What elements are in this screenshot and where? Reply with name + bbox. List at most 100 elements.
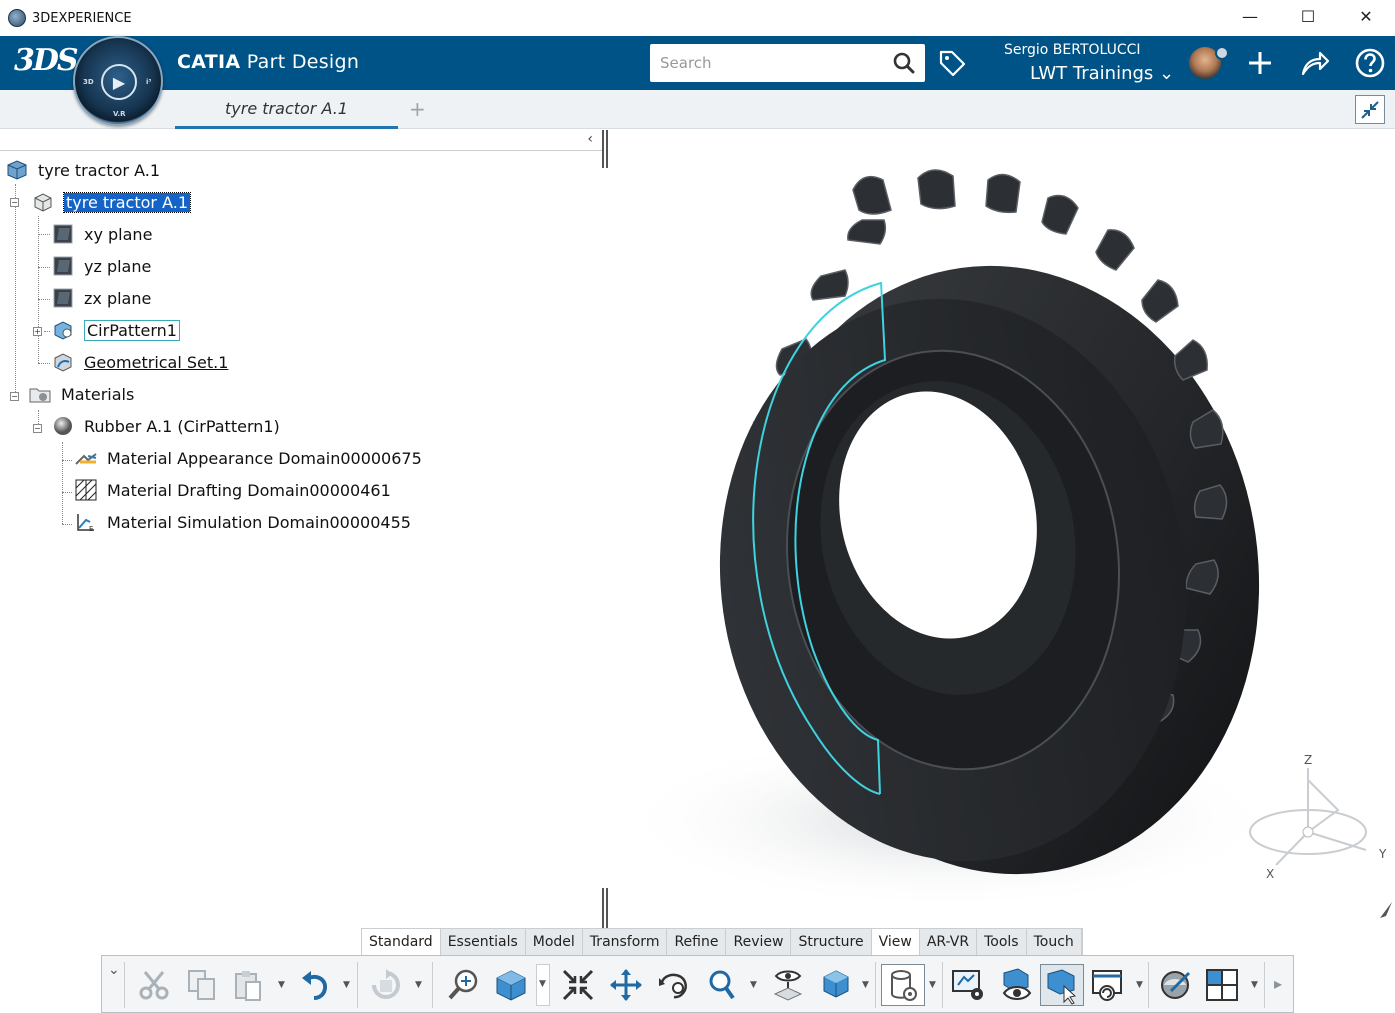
tree-expander[interactable]: −	[33, 424, 42, 433]
axis-triad[interactable]: Z Y X	[1248, 750, 1393, 890]
copy-icon[interactable]	[182, 965, 222, 1005]
tree-node-material-appearance[interactable]: Material Appearance Domain00000675	[73, 444, 422, 472]
share-icon[interactable]	[1300, 49, 1330, 81]
select-mode-button[interactable]	[1040, 964, 1084, 1006]
tree-node-material-simulation[interactable]: E Material Simulation Domain00000455	[73, 508, 411, 536]
app-name: CATIA Part Design	[177, 51, 359, 73]
update-icon[interactable]	[366, 965, 406, 1005]
ds-logo[interactable]: 3DS	[14, 43, 79, 78]
view-dropdown[interactable]: ▼	[536, 964, 550, 1006]
materials-folder-icon	[27, 381, 53, 407]
tree-node-material-drafting[interactable]: Material Drafting Domain00000461	[73, 476, 391, 504]
tab-view[interactable]: View	[871, 929, 920, 956]
tab-transform[interactable]: Transform	[583, 929, 668, 956]
dropdown-arrow-icon[interactable]: ▼	[750, 980, 757, 990]
split-view-icon[interactable]	[1202, 965, 1242, 1005]
tree-expander[interactable]: +	[33, 327, 42, 336]
maximize-button[interactable]: ☐	[1279, 0, 1337, 32]
tree-expander[interactable]: −	[10, 198, 19, 207]
undo-icon[interactable]	[295, 965, 335, 1005]
cut-icon[interactable]	[134, 965, 174, 1005]
minimize-button[interactable]: —	[1221, 0, 1279, 32]
tree-node-materials[interactable]: Materials	[27, 380, 134, 408]
tree-connector	[62, 442, 63, 524]
compass-widget[interactable]: 3D V.R i³ ▶	[73, 36, 163, 126]
tab-model[interactable]: Model	[526, 929, 583, 956]
more-icon[interactable]: ▸	[1274, 974, 1282, 993]
user-name: Sergio BERTOLUCCI	[1004, 42, 1141, 58]
tree-node-part[interactable]: tyre tractor A.1	[30, 188, 192, 216]
tree-node-label: xy plane	[84, 224, 153, 244]
app-brand: CATIA	[177, 51, 241, 73]
tree-node-label: Rubber A.1 (CirPattern1)	[84, 416, 280, 436]
tab-review[interactable]: Review	[726, 929, 792, 956]
paste-icon[interactable]	[229, 965, 269, 1005]
display-settings-icon[interactable]	[948, 965, 988, 1005]
tree-node-rubber[interactable]: Rubber A.1 (CirPattern1)	[50, 412, 280, 440]
tree-node-label: tyre tractor A.1	[38, 160, 161, 180]
dropdown-arrow-icon[interactable]: ▼	[929, 980, 936, 990]
add-tab-button[interactable]: +	[409, 97, 426, 121]
collapse-icon[interactable]	[1355, 95, 1385, 124]
plane-icon	[50, 285, 76, 311]
tab-tools[interactable]: Tools	[977, 929, 1027, 956]
tree-node-label: zx plane	[84, 288, 152, 308]
tab-structure[interactable]: Structure	[791, 929, 872, 956]
zoom-icon[interactable]	[702, 965, 742, 1005]
help-icon[interactable]	[1354, 47, 1386, 83]
add-icon[interactable]	[1246, 49, 1274, 81]
team-selector[interactable]: LWT Trainings ⌄	[1030, 63, 1174, 84]
corner-arrow-icon[interactable]	[1378, 900, 1394, 922]
fit-all-in-icon[interactable]	[443, 965, 483, 1005]
search-input[interactable]	[660, 54, 890, 72]
hide-show-icon[interactable]	[996, 965, 1036, 1005]
tree-node-zx-plane[interactable]: zx plane	[50, 284, 151, 312]
rotate-icon[interactable]	[654, 965, 694, 1005]
ambiance-icon[interactable]	[1155, 965, 1195, 1005]
render-style-button[interactable]	[881, 964, 925, 1006]
tree-node-yz-plane[interactable]: yz plane	[50, 252, 151, 280]
compass-vr-label: V.R	[113, 110, 126, 118]
tree-node-xy-plane[interactable]: xy plane	[50, 220, 152, 248]
play-icon[interactable]: ▶	[101, 64, 137, 100]
database-gear-icon	[891, 970, 917, 1001]
dropdown-arrow-icon[interactable]: ▼	[1251, 980, 1258, 990]
geometrical-set-icon	[50, 349, 76, 375]
dropdown-arrow-icon[interactable]: ▼	[415, 980, 422, 990]
expand-toolbar-icon[interactable]: ⌄	[108, 962, 120, 978]
tab-essentials[interactable]: Essentials	[441, 929, 526, 956]
tab-standard[interactable]: Standard	[362, 929, 441, 956]
3d-viewport[interactable]: Z Y X	[608, 130, 1395, 930]
action-bar-toolbar: ⌄ ▼ ▼ ▼ ▼ ▼ ▼ ▼ ▼ ▼ ▸	[101, 955, 1294, 1013]
toolbar-separator	[1264, 962, 1265, 1008]
view-cube-icon[interactable]	[491, 965, 531, 1005]
dropdown-arrow-icon[interactable]: ▼	[278, 980, 285, 990]
tab-touch[interactable]: Touch	[1027, 929, 1082, 956]
tab-refine[interactable]: Refine	[667, 929, 727, 956]
tree-node-cirpattern[interactable]: CirPattern1	[50, 316, 180, 344]
normal-view-icon[interactable]	[558, 965, 598, 1005]
tree-node-label: Materials	[61, 384, 135, 404]
dropdown-arrow-icon[interactable]: ▼	[862, 980, 869, 990]
tree-expander[interactable]: −	[10, 392, 19, 401]
dropdown-arrow-icon[interactable]: ▼	[343, 980, 350, 990]
tree-node-root[interactable]: tyre tractor A.1	[4, 156, 160, 184]
toolbar-separator	[357, 962, 358, 1008]
tree-connector	[62, 460, 72, 461]
tree-node-label: yz plane	[84, 256, 152, 276]
tag-icon[interactable]	[937, 48, 967, 82]
close-button[interactable]: ✕	[1337, 0, 1395, 32]
app-header: 3DS CATIA Part Design Sergio BERTOLUCCI …	[0, 36, 1395, 90]
search-icon[interactable]	[893, 52, 915, 78]
plane-icon	[50, 221, 76, 247]
app-module: Part Design	[246, 51, 360, 73]
tab-tyre-tractor[interactable]: tyre tractor A.1	[175, 90, 398, 129]
shading-cube-icon[interactable]	[816, 965, 856, 1005]
tree-toggle-icon[interactable]: ‹	[587, 131, 593, 147]
look-at-icon[interactable]	[768, 965, 808, 1005]
pan-icon[interactable]	[606, 965, 646, 1005]
dropdown-arrow-icon[interactable]: ▼	[1136, 980, 1143, 990]
tree-node-geometrical-set[interactable]: Geometrical Set.1	[50, 348, 228, 376]
tab-ar-vr[interactable]: AR-VR	[920, 929, 978, 956]
animation-icon[interactable]	[1088, 965, 1128, 1005]
